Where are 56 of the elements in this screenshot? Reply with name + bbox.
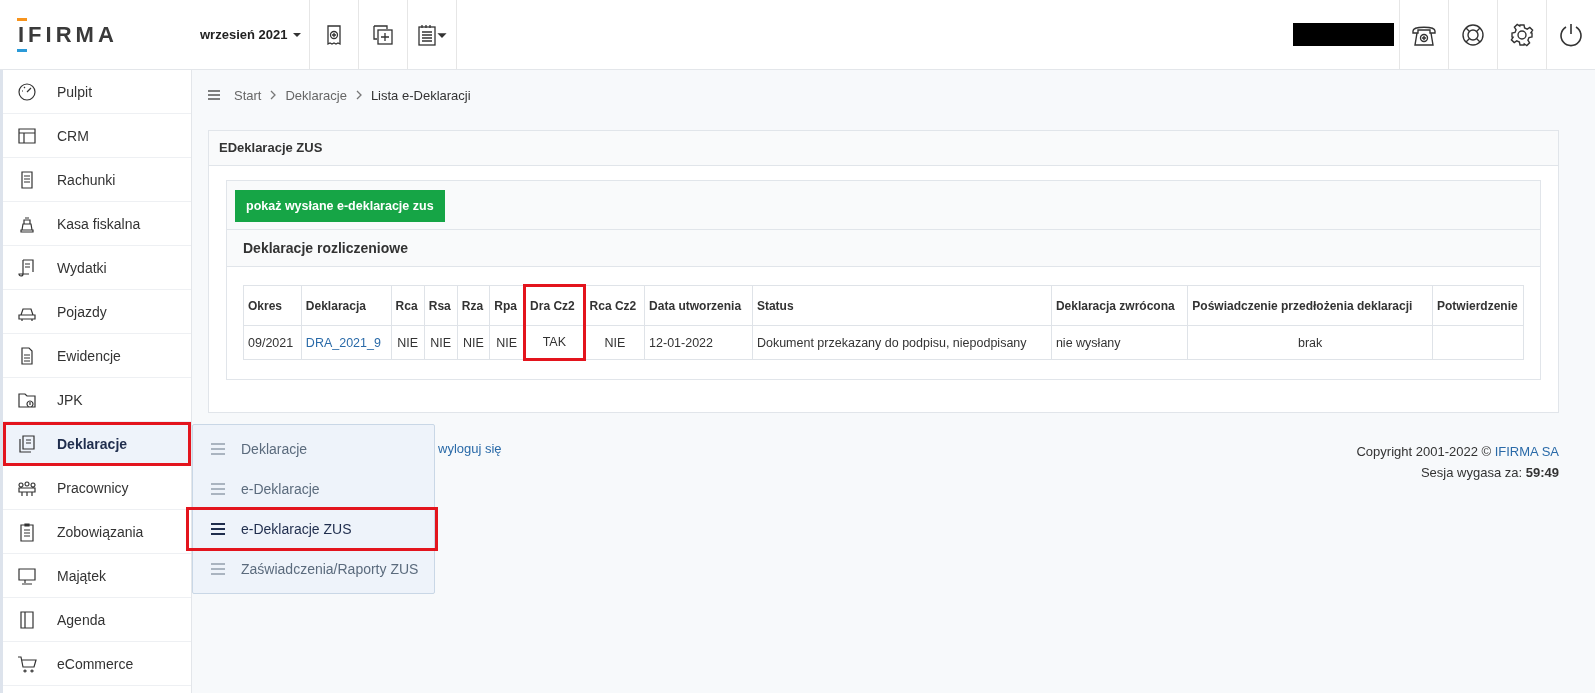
list-icon xyxy=(211,523,225,535)
column-header: Deklaracja zwrócona xyxy=(1051,285,1188,326)
submenu-item[interactable]: e-Deklaracje xyxy=(193,469,434,509)
chevron-icon xyxy=(269,90,278,100)
cart-icon xyxy=(17,653,37,674)
column-header: Rza xyxy=(457,285,490,326)
section-title: Deklaracje rozliczeniowe xyxy=(227,230,1540,267)
breadcrumb-link[interactable]: Lista e-Deklaracji xyxy=(370,87,471,103)
table-cell: NIE xyxy=(584,325,645,360)
breadcrumb-link[interactable]: Deklaracje xyxy=(285,87,347,103)
scroll-icon xyxy=(17,257,37,278)
column-header: Status xyxy=(752,285,1052,326)
submenu-item[interactable]: Zaświadczenia/Raporty ZUS xyxy=(193,549,434,589)
column-header: Deklaracja xyxy=(301,285,392,326)
declaration-link[interactable]: DRA_2021_9 xyxy=(305,335,381,350)
column-header: Rca xyxy=(391,285,425,326)
breadcrumb-link[interactable]: Start xyxy=(234,87,262,103)
column-header: Rsa xyxy=(424,285,458,326)
table-cell: TAK xyxy=(524,325,585,360)
card-title: EDeklaracje ZUS xyxy=(209,131,1558,166)
list-icon xyxy=(211,443,225,455)
menu-icon[interactable] xyxy=(208,90,220,100)
table-cell: NIE xyxy=(457,325,490,360)
submenu-item[interactable]: e-Deklaracje ZUS xyxy=(188,509,436,549)
table-cell: 09/2021 xyxy=(243,325,302,360)
table-cell: nie wysłany xyxy=(1051,325,1188,360)
column-header: Potwierdzenie xyxy=(1432,285,1524,326)
session-timer: 59:49 xyxy=(1525,465,1559,480)
submenu-item[interactable]: Deklaracje xyxy=(193,429,434,469)
list-icon xyxy=(211,483,225,495)
table-cell: Dokument przekazany do podpisu, niepodpisany xyxy=(752,325,1052,360)
column-header: Rpa xyxy=(489,285,525,326)
column-header: Rca Cz2 xyxy=(584,285,645,326)
sidebar-item[interactable]: Deklaracje xyxy=(3,422,191,466)
clipboard-icon xyxy=(17,521,37,542)
documents-icon xyxy=(17,433,37,454)
session-label: Sesja wygasa za: xyxy=(1420,465,1523,480)
table-cell: NIE xyxy=(424,325,458,360)
company-link[interactable]: IFIRMA SA xyxy=(1494,444,1559,459)
list-icon xyxy=(211,563,225,575)
monitor-icon xyxy=(17,565,37,586)
logout-link[interactable]: wyloguj się xyxy=(438,441,502,483)
gauge-icon xyxy=(17,81,37,102)
table-cell: brak xyxy=(1187,325,1433,360)
notebook-icon xyxy=(17,609,37,630)
column-header: Okres xyxy=(243,285,302,326)
column-header: Poświadczenie przedłożenia deklaracji xyxy=(1187,285,1433,326)
table-cell: 12-01-2022 xyxy=(644,325,753,360)
chevron-icon xyxy=(354,90,363,100)
layout-icon xyxy=(17,125,37,146)
caret-icon xyxy=(293,32,302,37)
period-dropdown[interactable]: wrzesień 2021 xyxy=(196,0,311,69)
column-header: Data utworzenia xyxy=(644,285,753,326)
copyright-text: Copyright 2001-2022 © xyxy=(1356,444,1492,459)
column-header: Dra Cz2 xyxy=(524,285,585,326)
table-cell: NIE xyxy=(391,325,425,360)
